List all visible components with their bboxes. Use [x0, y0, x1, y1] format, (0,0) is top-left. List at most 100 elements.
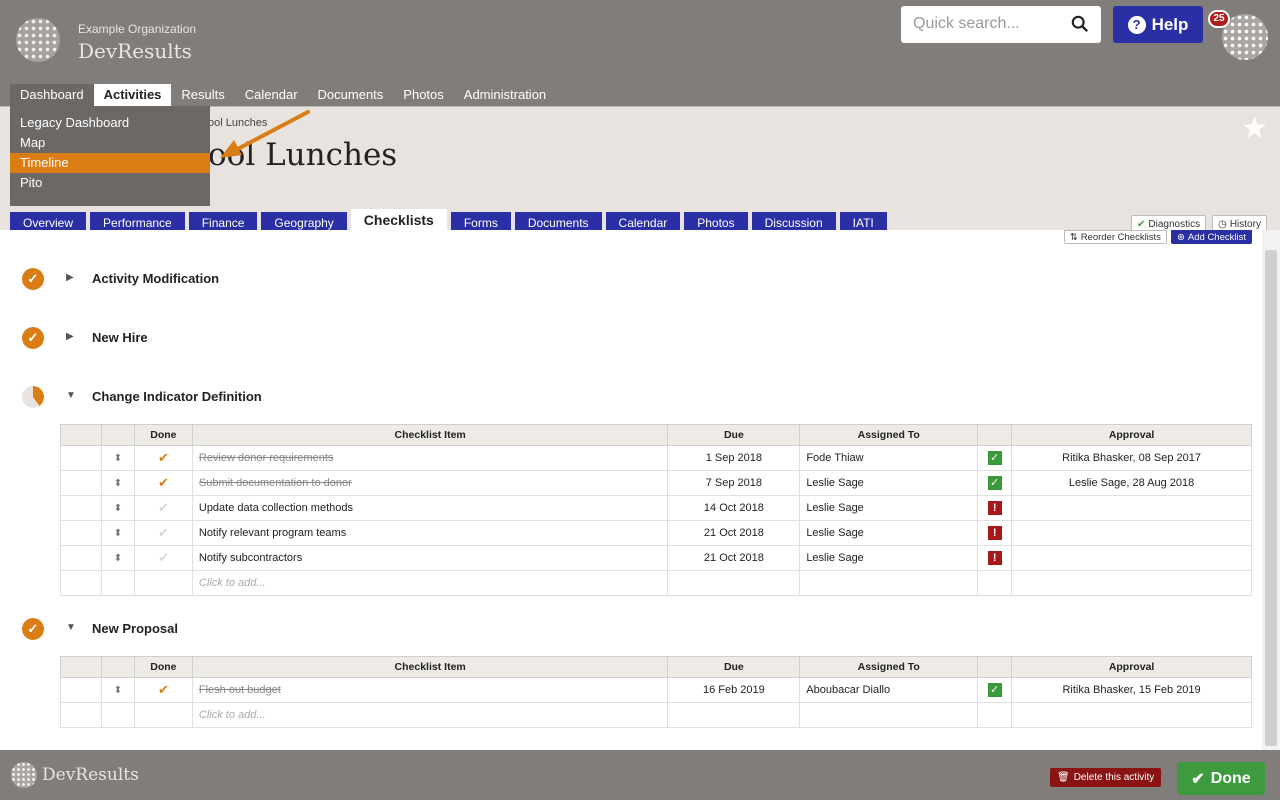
approved-icon: ✓: [977, 445, 1013, 471]
done-header: Done: [133, 656, 193, 678]
section-title[interactable]: New Hire: [92, 330, 148, 345]
row-cell: [799, 570, 979, 596]
due-date[interactable]: 14 Oct 2018: [667, 495, 801, 521]
pointer-arrow-icon: [220, 110, 310, 158]
due-header: Due: [667, 656, 801, 678]
expand-caret-icon[interactable]: ▶: [66, 272, 74, 283]
delete-activity-button[interactable]: 🗑 Delete this activity: [1050, 768, 1162, 787]
add-item-input[interactable]: Click to add...: [191, 570, 669, 596]
assignee[interactable]: Leslie Sage: [799, 495, 979, 521]
table-row[interactable]: ⬍ ✔ Notify relevant program teams 21 Oct…: [60, 520, 1252, 546]
logo-globe-icon[interactable]: [16, 18, 60, 62]
add-item-input[interactable]: Click to add...: [191, 702, 669, 728]
done-checkbox[interactable]: ✔: [133, 520, 193, 546]
collapse-caret-icon[interactable]: ▼: [66, 390, 76, 401]
menu-item-legacy-dashboard[interactable]: Legacy Dashboard: [10, 113, 210, 133]
nav-documents[interactable]: Documents: [308, 84, 394, 106]
assignee[interactable]: Aboubacar Diallo: [799, 677, 979, 703]
row-cell: [60, 445, 102, 471]
drag-handle-icon[interactable]: ⬍: [100, 445, 135, 471]
due-date[interactable]: 7 Sep 2018: [667, 470, 801, 496]
nav-photos[interactable]: Photos: [393, 84, 453, 106]
complete-status-icon: ✓: [22, 618, 44, 640]
nav-dashboard[interactable]: Dashboard: [10, 84, 94, 106]
row-cell: [100, 570, 135, 596]
assignee[interactable]: Fode Thiaw: [799, 445, 979, 471]
due-date[interactable]: 21 Oct 2018: [667, 545, 801, 571]
nav-results[interactable]: Results: [171, 84, 234, 106]
section-title[interactable]: Change Indicator Definition: [92, 389, 262, 404]
add-row[interactable]: Click to add...: [60, 570, 1252, 596]
item-text[interactable]: Notify relevant program teams: [191, 520, 669, 546]
main-nav: Dashboard Activities Results Calendar Do…: [10, 84, 556, 106]
app-footer: DevResults 🗑 Delete this activity ✔ Done: [0, 750, 1280, 800]
due-date[interactable]: 16 Feb 2019: [667, 677, 801, 703]
status-header: [977, 424, 1013, 446]
expand-caret-icon[interactable]: ▶: [66, 331, 74, 342]
table-header-row: Done Checklist Item Due Assigned To Appr…: [60, 424, 1252, 446]
nav-administration[interactable]: Administration: [454, 84, 556, 106]
table-row[interactable]: ⬍ ✔ Notify subcontractors 21 Oct 2018 Le…: [60, 545, 1252, 571]
approval-text: Ritika Bhasker, 15 Feb 2019: [1011, 677, 1252, 703]
nav-calendar[interactable]: Calendar: [235, 84, 308, 106]
nav-activities[interactable]: Activities: [93, 84, 172, 106]
search-icon[interactable]: [1071, 15, 1089, 33]
done-checkbox[interactable]: ✔: [133, 677, 193, 703]
add-row[interactable]: Click to add...: [60, 702, 1252, 728]
drag-header: [100, 424, 135, 446]
search-box[interactable]: [901, 6, 1101, 43]
done-checkbox[interactable]: ✔: [133, 445, 193, 471]
row-cell: [667, 702, 801, 728]
menu-item-pito[interactable]: Pito: [10, 173, 210, 193]
search-input[interactable]: [913, 15, 1063, 33]
notification-badge[interactable]: 25: [1208, 10, 1230, 28]
drag-handle-icon[interactable]: ⬍: [100, 470, 135, 496]
approval-header: Approval: [1011, 656, 1252, 678]
scrollbar-thumb[interactable]: [1265, 250, 1277, 746]
due-date[interactable]: 21 Oct 2018: [667, 520, 801, 546]
collapse-caret-icon[interactable]: ▼: [66, 622, 76, 633]
section-title[interactable]: New Proposal: [92, 621, 178, 636]
item-text[interactable]: Flesh out budget: [191, 677, 669, 703]
done-checkbox[interactable]: ✔: [133, 470, 193, 496]
item-text[interactable]: Update data collection methods: [191, 495, 669, 521]
brand-name[interactable]: DevResults: [78, 39, 192, 63]
menu-item-timeline[interactable]: Timeline: [10, 153, 210, 173]
drag-handle-icon[interactable]: ⬍: [100, 520, 135, 546]
done-button[interactable]: ✔ Done: [1177, 762, 1265, 795]
table-row[interactable]: ⬍ ✔ Flesh out budget 16 Feb 2019 Aboubac…: [60, 677, 1252, 703]
assignee[interactable]: Leslie Sage: [799, 520, 979, 546]
table-row[interactable]: ⬍ ✔ Submit documentation to donor 7 Sep …: [60, 470, 1252, 496]
row-cell: [667, 570, 801, 596]
item-text[interactable]: Submit documentation to donor: [191, 470, 669, 496]
item-text[interactable]: Notify subcontractors: [191, 545, 669, 571]
row-cell: [1011, 570, 1252, 596]
table-row[interactable]: ⬍ ✔ Review donor requirements 1 Sep 2018…: [60, 445, 1252, 471]
add-checklist-label: Add Checklist: [1187, 231, 1246, 243]
scrollbar[interactable]: [1262, 230, 1280, 750]
approval-text: [1011, 520, 1252, 546]
drag-handle-icon[interactable]: ⬍: [100, 545, 135, 571]
done-checkbox[interactable]: ✔: [133, 495, 193, 521]
drag-handle-icon[interactable]: ⬍: [100, 677, 135, 703]
sort-icon: ⇅: [1069, 231, 1078, 243]
done-checkbox[interactable]: ✔: [133, 545, 193, 571]
assignee[interactable]: Leslie Sage: [799, 545, 979, 571]
section-title[interactable]: Activity Modification: [92, 271, 219, 286]
approval-text: Ritika Bhasker, 08 Sep 2017: [1011, 445, 1252, 471]
assignee[interactable]: Leslie Sage: [799, 470, 979, 496]
reorder-checklists-button[interactable]: ⇅ Reorder Checklists: [1063, 230, 1167, 244]
dashboard-dropdown: Legacy Dashboard Map Timeline Pito: [10, 106, 210, 206]
complete-status-icon: ✓: [22, 268, 44, 290]
table-row[interactable]: ⬍ ✔ Update data collection methods 14 Oc…: [60, 495, 1252, 521]
due-date[interactable]: 1 Sep 2018: [667, 445, 801, 471]
drag-handle-icon[interactable]: ⬍: [100, 495, 135, 521]
row-cell: [60, 677, 102, 703]
item-text[interactable]: Review donor requirements: [191, 445, 669, 471]
star-icon[interactable]: ★: [1241, 111, 1268, 146]
check-icon: ✔: [1191, 770, 1205, 788]
add-checklist-button[interactable]: ⊕ Add Checklist: [1170, 230, 1252, 244]
row-cell: [60, 702, 102, 728]
menu-item-map[interactable]: Map: [10, 133, 210, 153]
help-button[interactable]: ? Help: [1113, 6, 1203, 43]
